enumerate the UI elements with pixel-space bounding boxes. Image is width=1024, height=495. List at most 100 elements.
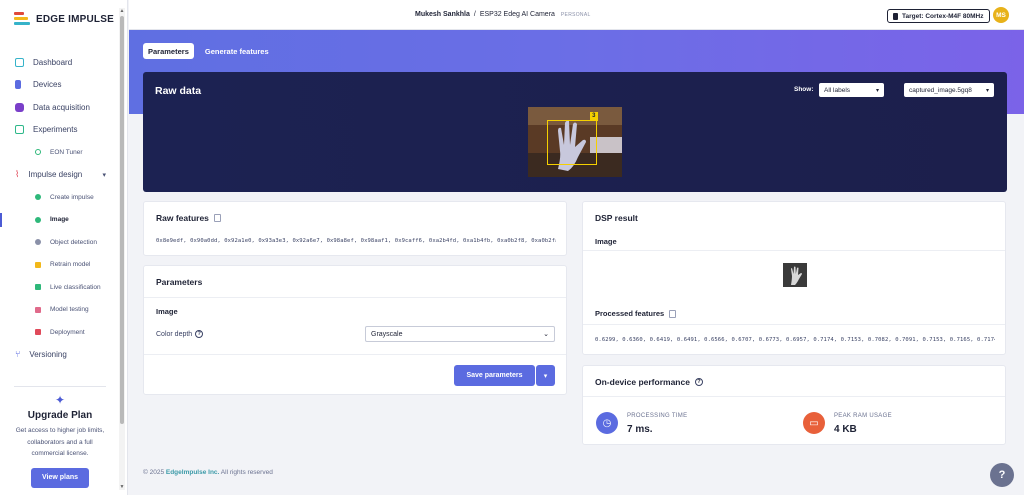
help-icon[interactable]: ? — [195, 330, 204, 338]
grid-icon — [15, 125, 24, 135]
sidebar-item-retrain-model[interactable]: Retrain model — [0, 254, 118, 277]
parameters-title: Parameters — [156, 277, 203, 287]
save-parameters-button[interactable]: Save parameters — [454, 365, 535, 386]
live-classification-icon — [35, 284, 41, 291]
target-device-button[interactable]: Target: Cortex-M4F 80MHz — [887, 9, 990, 23]
raw-features-values: 0x8e9edf, 0x90a0dd, 0x92a1e0, 0x93a3e3, … — [156, 238, 556, 244]
copy-icon[interactable] — [669, 309, 677, 318]
sidebar-item-image[interactable]: Image — [0, 209, 118, 232]
sidebar-item-create-impulse[interactable]: Create impulse — [0, 186, 118, 209]
raw-features-card: Raw features 0x8e9edf, 0x90a0dd, 0x92a1e… — [143, 201, 567, 256]
sidebar-item-label: Deployment — [50, 328, 85, 336]
copy-icon[interactable] — [213, 214, 221, 222]
grayscale-hand-photo — [783, 263, 807, 287]
upgrade-text: Get access to higher job limits, collabo… — [15, 427, 105, 457]
sidebar-item-label: Retrain model — [50, 261, 91, 269]
sidebar-item-label: Model testing — [50, 306, 89, 314]
save-options-button[interactable]: ▾ — [536, 365, 555, 386]
tab-generate-features[interactable]: Generate features — [200, 43, 274, 59]
sidebar-item-impulse-design[interactable]: ⌇ Impulse design ▾ — [0, 164, 118, 187]
processed-features-values: 0.6299, 0.6360, 0.6419, 0.6491, 0.6566, … — [595, 337, 995, 343]
sidebar-item-eon-tuner[interactable]: EON Tuner — [0, 141, 118, 164]
chevron-down-icon: ▾ — [102, 171, 106, 179]
labels-select[interactable]: All labels ▾ — [819, 83, 884, 97]
help-button[interactable]: ? — [990, 463, 1014, 487]
sidebar-item-versioning[interactable]: ⑂ Versioning — [0, 344, 118, 367]
tab-parameters[interactable]: Parameters — [143, 43, 194, 59]
performance-card: On-device performance ? ◷ PROCESSING TIM… — [582, 365, 1006, 445]
chevron-down-icon: ▾ — [985, 87, 989, 94]
question-icon: ? — [998, 469, 1006, 481]
sidebar-item-label: EON Tuner — [50, 148, 83, 156]
project-badge: PERSONAL — [560, 12, 591, 18]
processing-time-label: PROCESSING TIME — [627, 413, 688, 419]
memory-icon: ▭ — [803, 412, 825, 434]
devices-icon — [15, 80, 21, 90]
object-detection-icon — [35, 239, 41, 246]
chip-icon — [893, 12, 898, 20]
breadcrumb: Mukesh Sankhla / ESP32 Edeg AI Camera PERSO… — [415, 11, 591, 18]
sidebar-item-experiments[interactable]: Experiments — [0, 119, 118, 142]
dsp-image-label: Image — [595, 237, 617, 246]
company-link[interactable]: EdgeImpulse Inc. — [166, 469, 219, 476]
create-impulse-icon — [35, 194, 41, 201]
sidebar-item-data-acquisition[interactable]: Data acquisition — [0, 96, 118, 119]
show-label: Show: — [794, 86, 814, 93]
sidebar-nav: Dashboard Devices Data acquisition Exper… — [0, 52, 118, 366]
breadcrumb-user[interactable]: Mukesh Sankhla — [415, 11, 470, 18]
sidebar-scrollbar[interactable]: ▲ ▼ — [119, 8, 125, 490]
sidebar-item-label: Dashboard — [33, 57, 73, 67]
bounding-box-label: 3 — [590, 112, 598, 121]
sidebar-item-model-testing[interactable]: Model testing — [0, 299, 118, 322]
peak-ram-label: PEAK RAM USAGE — [834, 413, 892, 419]
sidebar-item-object-detection[interactable]: Object detection — [0, 231, 118, 254]
pulse-icon: ⌇ — [15, 169, 20, 180]
sidebar-item-label: Image — [50, 216, 69, 224]
target-label: Target: Cortex-M4F 80MHz — [902, 12, 984, 20]
sidebar-item-devices[interactable]: Devices — [0, 74, 118, 97]
breadcrumb-project[interactable]: ESP32 Edeg AI Camera — [480, 11, 555, 18]
help-icon[interactable]: ? — [694, 378, 703, 386]
raw-features-title: Raw features — [156, 213, 221, 223]
sidebar-item-live-classification[interactable]: Live classification — [0, 276, 118, 299]
sample-image: 3 — [528, 107, 622, 177]
tabs: Parameters Generate features — [143, 43, 274, 59]
upgrade-title: Upgrade Plan — [27, 410, 93, 421]
edge-impulse-logo-icon — [14, 12, 30, 26]
sidebar-item-label: Devices — [33, 80, 62, 90]
raw-data-panel: Raw data Show: All labels ▾ captured_imag… — [143, 72, 1007, 192]
processing-time-value: 7 ms. — [627, 424, 653, 435]
sidebar-item-label: Impulse design — [28, 170, 83, 180]
peak-ram-value: 4 KB — [834, 424, 857, 435]
branch-icon: ⑂ — [15, 349, 21, 360]
brand-logo[interactable]: EDGE IMPULSE — [14, 12, 114, 26]
dsp-result-title: DSP result — [595, 213, 638, 223]
deployment-icon — [35, 329, 41, 336]
bounding-box[interactable]: 3 — [547, 112, 598, 165]
sidebar-item-deployment[interactable]: Deployment — [0, 321, 118, 344]
performance-title: On-device performance ? — [595, 377, 703, 387]
view-plans-button[interactable]: View plans — [31, 467, 89, 488]
color-depth-select[interactable]: Grayscale ⌄ — [365, 326, 555, 342]
sidebar-item-label: Object detection — [50, 238, 97, 246]
avatar[interactable]: MS — [993, 7, 1009, 23]
processed-features-title: Processed features — [595, 309, 677, 318]
clock-icon: ◷ — [596, 412, 618, 434]
eon-tuner-icon — [35, 149, 41, 156]
chevron-down-icon: ⌄ — [543, 331, 549, 338]
chevron-down-icon: ▾ — [875, 87, 879, 94]
footer: © 2025 EdgeImpulse Inc. All rights reser… — [143, 469, 273, 476]
sidebar-item-label: Experiments — [33, 125, 78, 135]
raw-data-title: Raw data — [155, 85, 202, 97]
image-section-label: Image — [156, 307, 178, 316]
image-block-icon — [35, 216, 41, 223]
scroll-up-icon[interactable]: ▲ — [119, 8, 125, 14]
sidebar-item-dashboard[interactable]: Dashboard — [0, 51, 118, 74]
sample-select[interactable]: captured_image.5gq8 ▾ — [904, 83, 994, 97]
processed-image — [783, 263, 807, 287]
database-icon — [15, 102, 24, 112]
sparkle-icon: ✦ — [54, 393, 66, 407]
sidebar-item-label: Create impulse — [50, 193, 94, 201]
scroll-down-icon[interactable]: ▼ — [119, 484, 125, 490]
scrollbar-thumb[interactable] — [120, 16, 124, 424]
